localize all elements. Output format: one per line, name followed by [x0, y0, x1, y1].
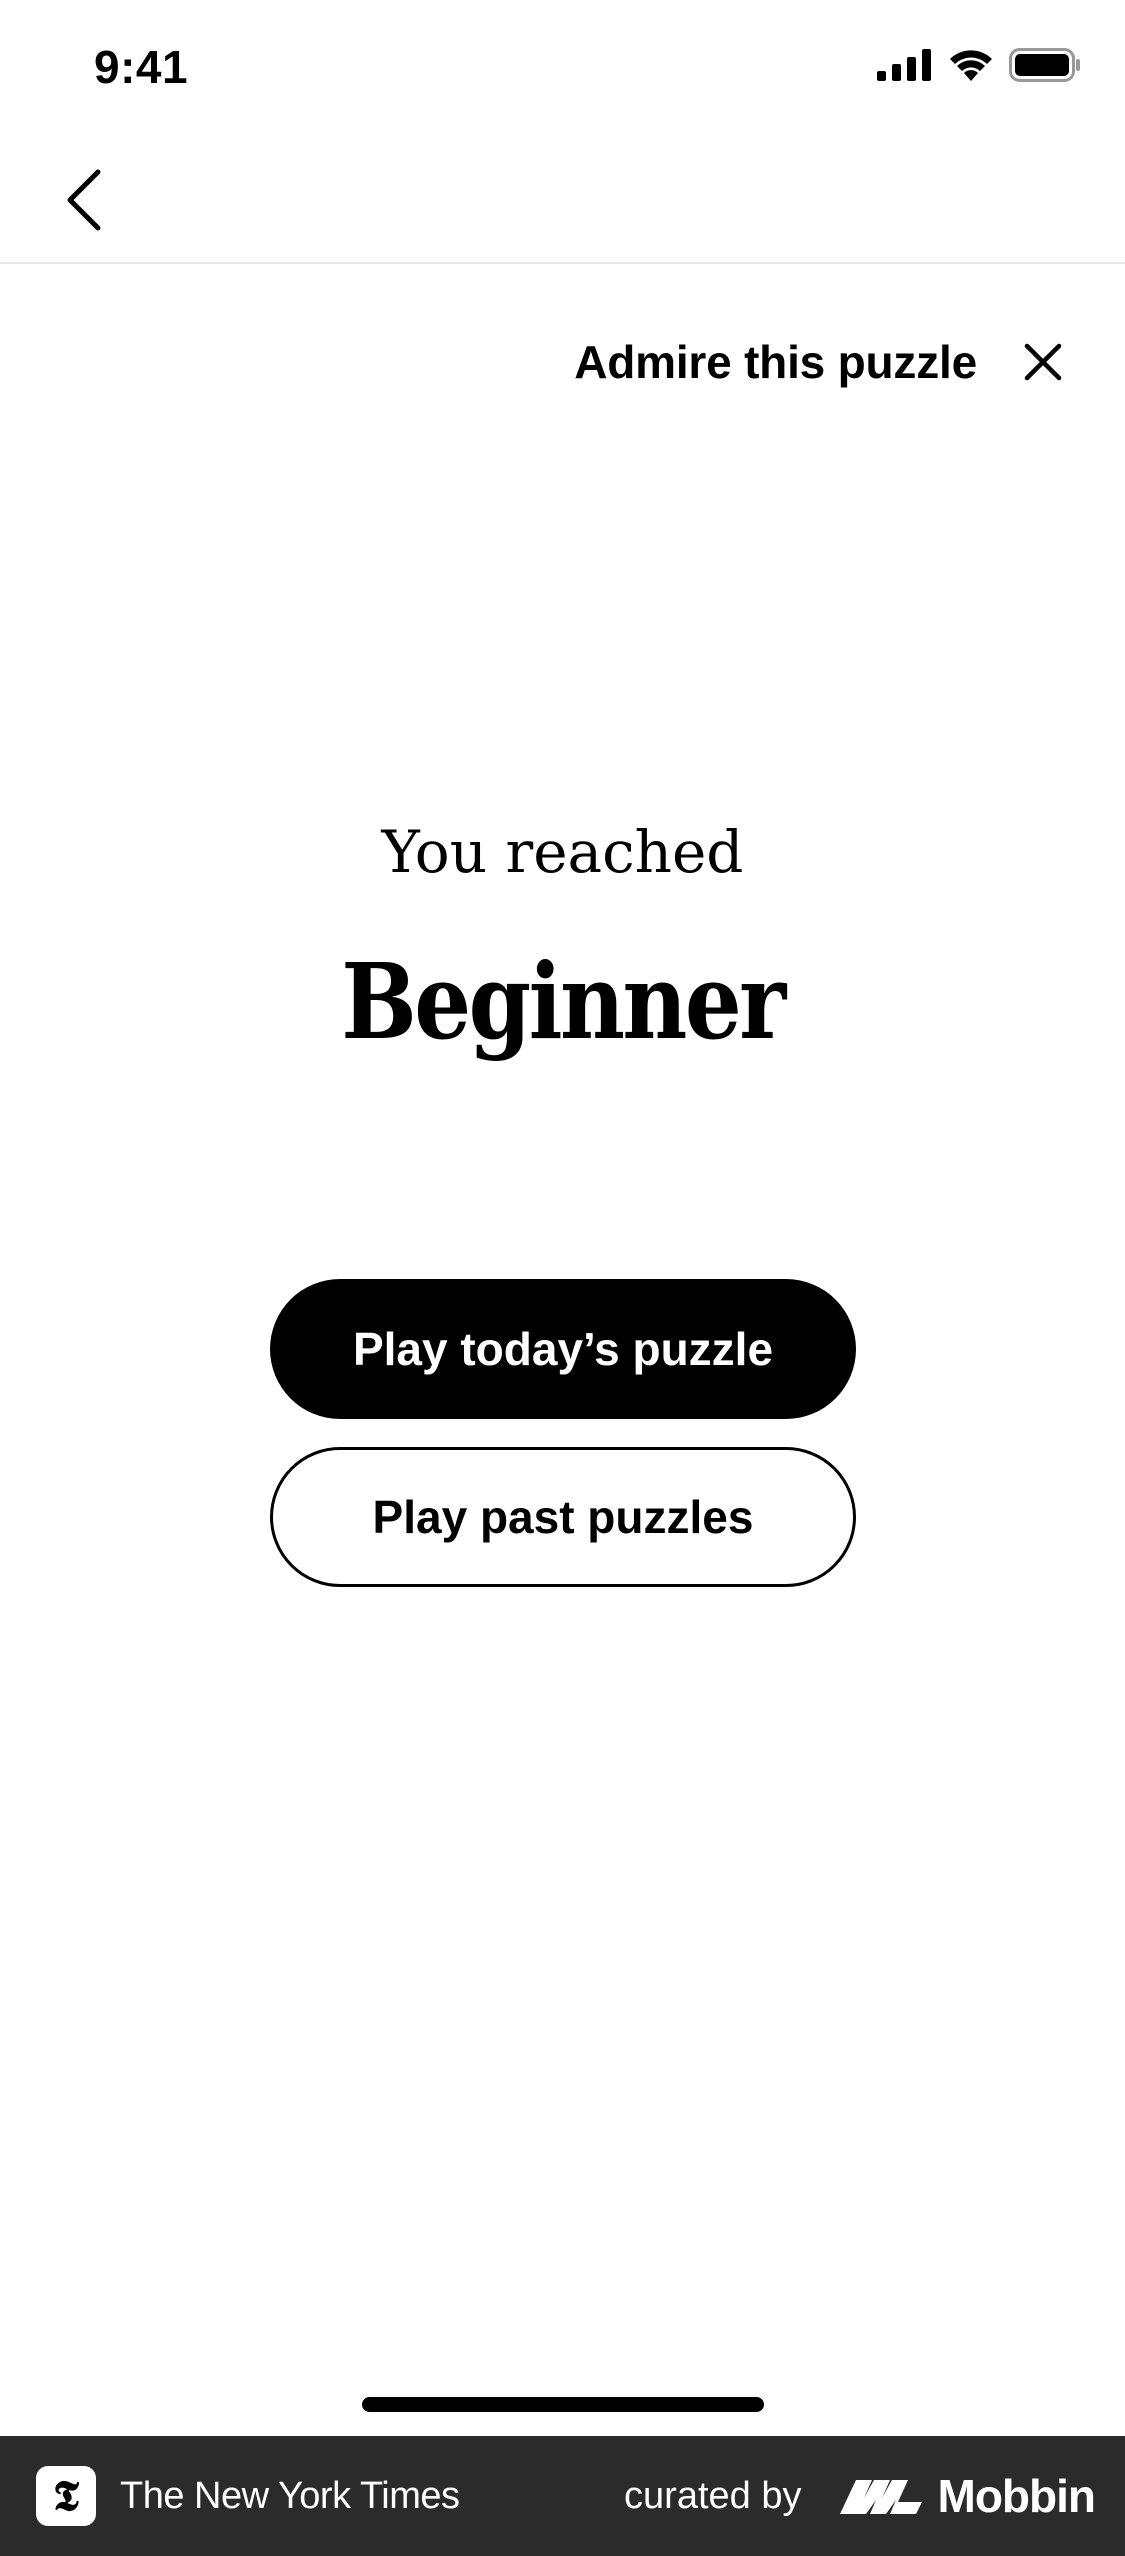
mobbin-name: Mobbin	[937, 2470, 1096, 2522]
footer-brand-group: 𝕿 The New York Times	[36, 2466, 460, 2526]
wifi-icon	[950, 50, 992, 81]
nyt-logo-icon: 𝕿	[36, 2466, 96, 2526]
home-indicator	[362, 2397, 764, 2412]
close-icon	[1024, 343, 1062, 381]
status-icons	[877, 48, 1081, 82]
mobbin-brand: Mobbin	[838, 2469, 1096, 2523]
level-title: Beginner	[341, 940, 786, 1063]
admire-row: Admire this puzzle	[574, 330, 1075, 394]
footer-banner: 𝕿 The New York Times curated by Mobbin	[0, 2436, 1125, 2556]
nav-bar	[0, 140, 1125, 264]
admire-puzzle-link[interactable]: Admire this puzzle	[574, 335, 977, 389]
status-bar: 9:41	[0, 0, 1125, 140]
chevron-left-icon	[67, 169, 101, 231]
close-button[interactable]	[1011, 330, 1075, 394]
play-today-button[interactable]: Play today’s puzzle	[270, 1279, 856, 1419]
reached-label: You reached	[381, 818, 744, 886]
mobbin-logo-icon	[839, 2480, 922, 2514]
battery-icon	[1009, 48, 1080, 82]
status-time: 9:41	[94, 41, 189, 93]
back-button[interactable]	[44, 160, 124, 240]
signal-icon	[877, 49, 931, 81]
footer-brand-name: The New York Times	[120, 2474, 460, 2517]
curated-by-label: curated by	[624, 2474, 802, 2517]
footer-curated-group: curated by Mobbin	[624, 2469, 1096, 2523]
play-past-puzzles-button[interactable]: Play past puzzles	[270, 1447, 856, 1587]
